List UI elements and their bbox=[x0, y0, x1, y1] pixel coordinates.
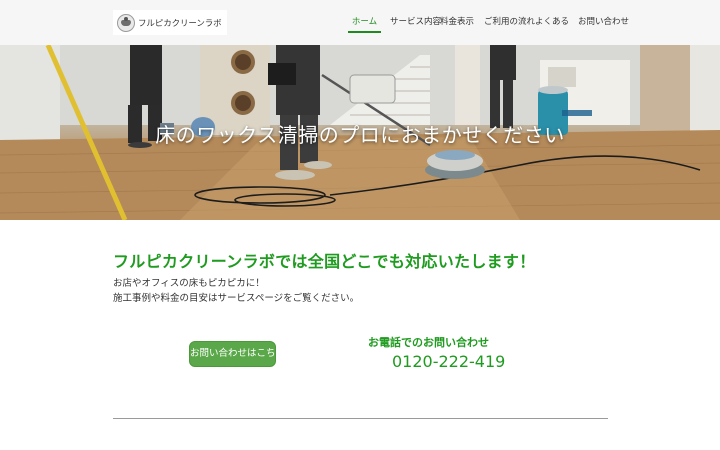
section-divider bbox=[113, 418, 608, 419]
nav-item-faq[interactable]: よくある bbox=[535, 13, 569, 33]
logo-text: フルピカクリーンラボ bbox=[138, 18, 222, 29]
logo-mascot-icon bbox=[117, 13, 135, 32]
hero-title: 床のワックス清掃のプロにおまかせください bbox=[155, 123, 565, 147]
nav-item-flow[interactable]: ご利用の流れ bbox=[484, 13, 535, 33]
intro-text-line-1: お店やオフィスの床もピカピカに！ bbox=[113, 278, 265, 289]
page: フルピカクリーンラボ ホーム サービス内容 料金表示 ご利用の流れ よくある お… bbox=[0, 0, 720, 450]
nav-item-pricing[interactable]: 料金表示 bbox=[440, 13, 474, 33]
nav-item-home[interactable]: ホーム bbox=[348, 13, 381, 33]
nav-item-services[interactable]: サービス内容 bbox=[390, 13, 441, 33]
phone-number-link[interactable]: 0120-222-419 bbox=[392, 352, 505, 371]
contact-button[interactable]: お問い合わせはこちら bbox=[189, 341, 285, 367]
site-header: フルピカクリーンラボ ホーム サービス内容 料金表示 ご利用の流れ よくある お… bbox=[0, 0, 720, 45]
intro-text-line-2: 施工事例や料金の目安はサービスページをご覧ください。 bbox=[113, 293, 360, 304]
phone-contact-label: お電話でのお問い合わせ bbox=[368, 336, 489, 349]
hero-banner: 床のワックス清掃のプロにおまかせください bbox=[0, 45, 720, 220]
site-logo[interactable]: フルピカクリーンラボ bbox=[113, 10, 227, 35]
nav-item-contact[interactable]: お問い合わせ bbox=[578, 13, 629, 33]
intro-headline: フルピカクリーンラボでは全国どこでも対応いたします！ bbox=[113, 252, 536, 271]
